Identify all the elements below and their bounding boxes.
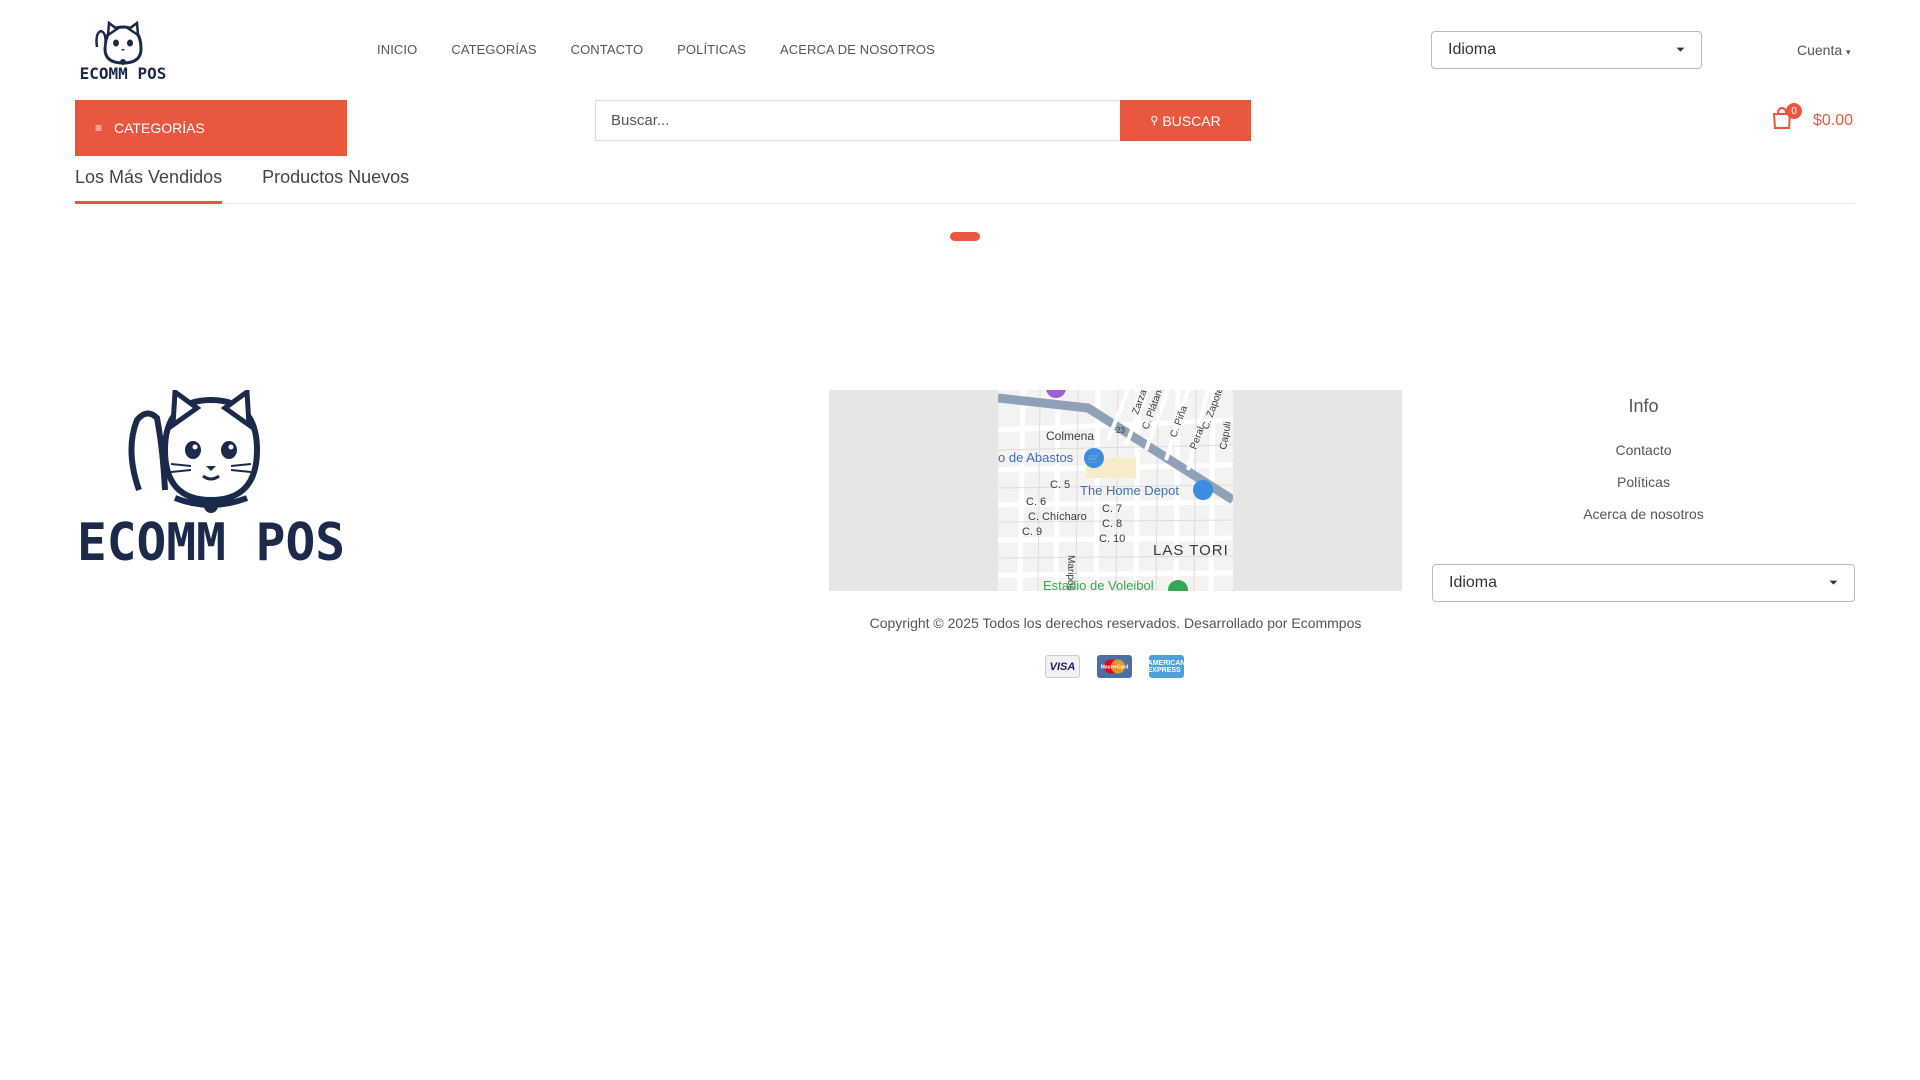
footer-logo[interactable]: ECOMM POS bbox=[75, 387, 347, 573]
info-heading: Info bbox=[1628, 396, 1659, 416]
categories-label: CATEGORÍAS bbox=[114, 120, 205, 136]
svg-text:C. Chícharo: C. Chícharo bbox=[1028, 511, 1087, 523]
svg-text:o de Abastos: o de Abastos bbox=[998, 450, 1074, 465]
nav-categorias[interactable]: CATEGORÍAS bbox=[451, 42, 536, 57]
nav-inicio[interactable]: INICIO bbox=[377, 42, 417, 57]
language-select-value: Idioma bbox=[1448, 41, 1497, 58]
search-bar: ⚲ BUSCAR bbox=[595, 100, 1251, 141]
tab-best-sellers[interactable]: Los Más Vendidos bbox=[75, 167, 223, 204]
cart-total: $0.00 bbox=[1813, 112, 1854, 129]
svg-text:C. 9: C. 9 bbox=[1022, 526, 1042, 538]
footer-link-politicas[interactable]: Políticas bbox=[1432, 474, 1855, 490]
svg-text:ECOMM POS: ECOMM POS bbox=[77, 513, 345, 563]
product-tabs: Los Más Vendidos Productos Nuevos bbox=[75, 167, 1855, 204]
footer-link-acerca[interactable]: Acerca de nosotros bbox=[1432, 506, 1855, 522]
svg-text:C. 5: C. 5 bbox=[1050, 479, 1070, 491]
main-nav: INICIO CATEGORÍAS CONTACTO POLÍTICAS ACE… bbox=[377, 42, 969, 57]
map-tile[interactable]: 🛒 Colmena o de Abastos The Home Depot C.… bbox=[998, 390, 1233, 591]
svg-text:Estadio de Voleibol: Estadio de Voleibol bbox=[1043, 578, 1154, 591]
search-button[interactable]: ⚲ BUSCAR bbox=[1120, 100, 1251, 141]
nav-acerca[interactable]: ACERCA DE NOSOTROS bbox=[780, 42, 935, 57]
svg-text:C. 8: C. 8 bbox=[1102, 518, 1122, 530]
location-map[interactable]: 🛒 Colmena o de Abastos The Home Depot C.… bbox=[829, 390, 1402, 591]
visa-card-icon: VISA bbox=[1045, 655, 1080, 678]
svg-text:C. 7: C. 7 bbox=[1102, 503, 1122, 515]
mastercard-icon: MasterCard bbox=[1097, 655, 1132, 678]
svg-text:Colmena: Colmena bbox=[1046, 429, 1094, 443]
copyright-text: Copyright © 2025 Todos los derechos rese… bbox=[869, 615, 1362, 631]
shopping-bag-icon: 0 bbox=[1771, 103, 1802, 130]
nav-contacto[interactable]: CONTACTO bbox=[571, 42, 644, 57]
svg-text:C. 10: C. 10 bbox=[1099, 533, 1125, 545]
tab-new-products[interactable]: Productos Nuevos bbox=[262, 167, 409, 204]
footer-language-select-value: Idioma bbox=[1449, 574, 1498, 591]
svg-text:C. 6: C. 6 bbox=[1026, 496, 1046, 508]
cart-count-badge: 0 bbox=[1786, 103, 1802, 119]
svg-text:ECOMM POS: ECOMM POS bbox=[80, 64, 167, 81]
payment-methods: VISA MasterCard AMERICAN EXPRESS bbox=[1045, 655, 1185, 678]
svg-text:Capuli: Capuli bbox=[1218, 421, 1233, 451]
search-icon: ⚲ bbox=[1150, 115, 1159, 127]
chevron-down-icon: ⏷ bbox=[1676, 43, 1685, 56]
menu-icon: ≡ bbox=[95, 121, 103, 135]
amex-card-icon: AMERICAN EXPRESS bbox=[1148, 655, 1185, 678]
svg-text:MasterCard: MasterCard bbox=[1101, 665, 1129, 671]
search-input[interactable] bbox=[595, 100, 1120, 141]
chevron-down-icon: ⏷ bbox=[1829, 576, 1838, 589]
footer-link-contacto[interactable]: Contacto bbox=[1432, 442, 1855, 458]
slider-pagination-dot[interactable] bbox=[950, 232, 980, 241]
svg-text:LAS TORI: LAS TORI bbox=[1153, 542, 1229, 559]
svg-text:🛒: 🛒 bbox=[1088, 452, 1100, 465]
account-label: Cuenta bbox=[1797, 42, 1843, 58]
chevron-down-icon: ▾ bbox=[1846, 47, 1851, 57]
svg-text:The Home Depot: The Home Depot bbox=[1080, 483, 1179, 498]
footer-language-select[interactable]: Idioma ⏷ bbox=[1432, 564, 1855, 602]
header: ECOMM POS INICIO CATEGORÍAS CONTACTO POL… bbox=[0, 0, 1920, 100]
site-logo[interactable]: ECOMM POS bbox=[75, 19, 171, 83]
footer-info: Info Contacto Políticas Acerca de nosotr… bbox=[1432, 390, 1855, 522]
categories-button[interactable]: ≡ CATEGORÍAS bbox=[75, 100, 347, 156]
language-select[interactable]: Idioma ⏷ bbox=[1431, 31, 1702, 69]
search-button-label: BUSCAR bbox=[1162, 112, 1221, 129]
nav-politicas[interactable]: POLÍTICAS bbox=[677, 42, 746, 57]
account-menu[interactable]: Cuenta ▾ bbox=[1797, 42, 1851, 58]
cart[interactable]: 0 $0.00 bbox=[1771, 103, 1854, 130]
svg-text:23: 23 bbox=[1116, 426, 1125, 435]
